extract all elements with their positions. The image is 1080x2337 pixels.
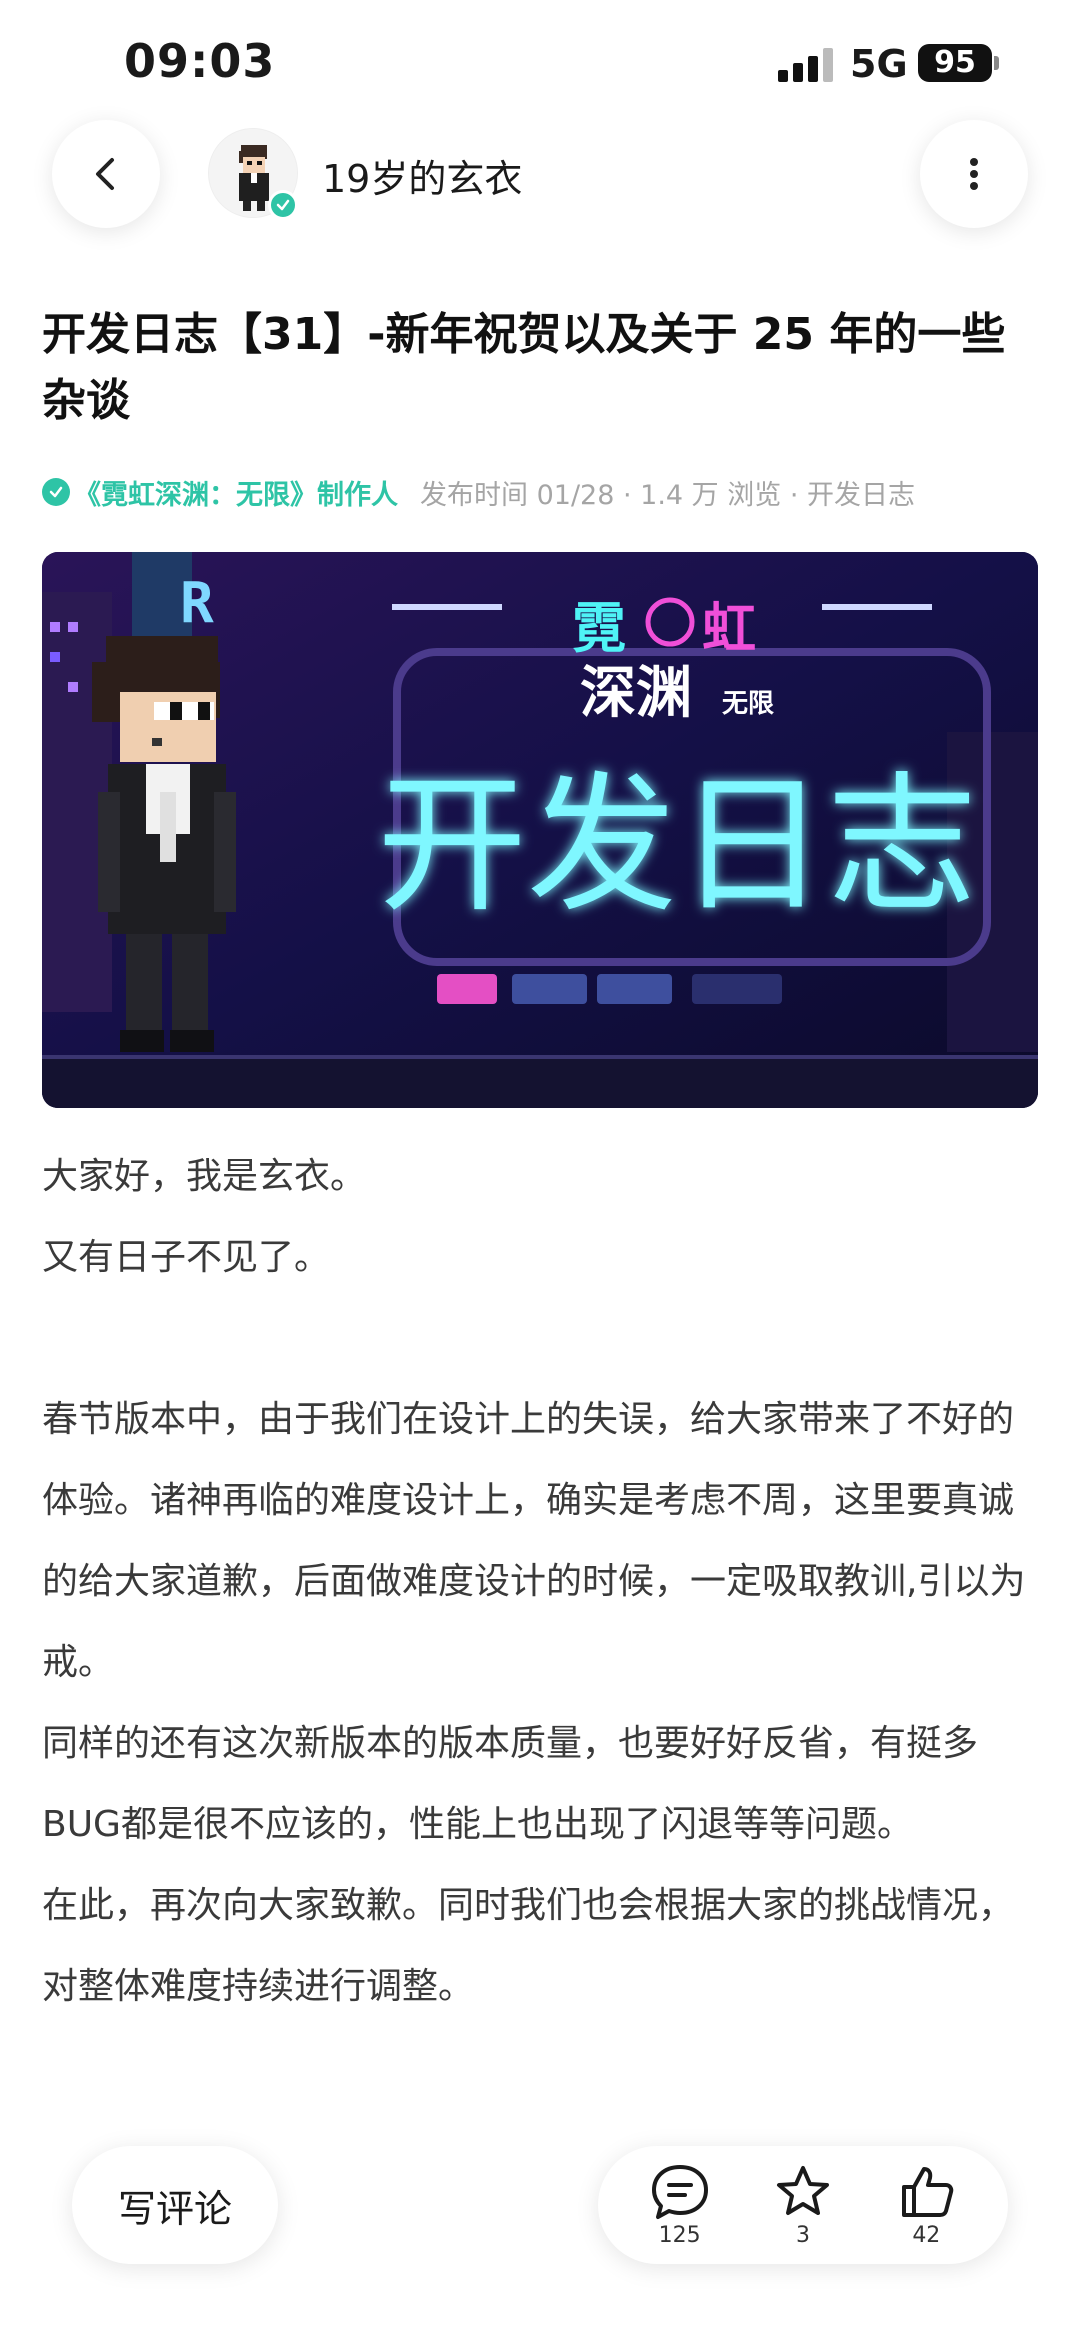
author-title-tag[interactable]: 《霓虹深渊：无限》制作人 <box>74 473 398 512</box>
publish-info: 发布时间 01/28 · 1.4 万 浏览 · 开发日志 <box>420 479 915 511</box>
network-type: 5G <box>850 42 908 86</box>
back-button[interactable] <box>52 120 160 228</box>
comment-bubble-icon <box>651 2164 708 2219</box>
paragraph: 又有日子不见了。 <box>42 1237 331 1278</box>
star-icon <box>776 2165 829 2215</box>
paragraph: 在此，再次向大家致歉。同时我们也会根据大家的挑战情况，对整体难度持续进行调整。 <box>42 1885 1015 2007</box>
paragraph-spacer <box>42 1298 1042 1379</box>
like-button[interactable]: 42 <box>881 2163 971 2248</box>
more-options-button[interactable] <box>920 120 1028 228</box>
comment-count: 125 <box>658 2222 701 2248</box>
cover-logo-sub: 无限 <box>722 689 774 719</box>
author-name[interactable]: 19岁的玄衣 <box>322 148 522 203</box>
cover-logo-b: 虹 <box>702 597 756 660</box>
status-time: 09:03 <box>124 34 276 88</box>
cover-logo-line2: 深渊 <box>580 661 692 726</box>
status-bar: 09:03 5G 95 <box>0 0 1080 130</box>
like-count: 42 <box>912 2222 941 2248</box>
signal-icon <box>778 48 833 82</box>
favorite-button[interactable]: 3 <box>758 2163 848 2248</box>
cover-logo-a: 霓 <box>572 597 626 660</box>
favorite-count: 3 <box>795 2222 810 2248</box>
paragraph: 同样的还有这次新版本的版本质量，也要好好反省，有挺多BUG都是很不应该的，性能上… <box>42 1723 979 1845</box>
battery-icon: 95 <box>918 44 992 82</box>
cover-headline: 开发日志 <box>377 759 977 933</box>
cover-artwork: R 霓 虹 深渊 无限 开发日志 <box>42 552 1038 1108</box>
article-meta: 《霓虹深渊：无限》制作人 发布时间 01/28 · 1.4 万 浏览 · 开发日… <box>42 470 915 514</box>
article-body: 大家好，我是玄衣。 又有日子不见了。 春节版本中，由于我们在设计上的失误，给大家… <box>42 1136 1042 2027</box>
verified-badge-icon <box>268 190 298 220</box>
verified-tag-icon <box>42 478 70 506</box>
article-title: 开发日志【31】-新年祝贺以及关于 25 年的一些杂谈 <box>42 309 1006 426</box>
battery-tip <box>994 56 999 70</box>
thumbs-up-icon <box>902 2166 954 2217</box>
battery-level: 95 <box>934 45 976 80</box>
chevron-left-icon <box>96 158 114 190</box>
write-comment-button[interactable]: 写评论 <box>72 2146 278 2264</box>
cover-image[interactable]: R 霓 虹 深渊 无限 开发日志 <box>42 552 1038 1108</box>
paragraph: 大家好，我是玄衣。 <box>42 1156 367 1197</box>
paragraph: 春节版本中，由于我们在设计上的失误，给大家带来了不好的体验。诸神再临的难度设计上… <box>42 1399 1026 1683</box>
action-bar: 125 3 42 <box>598 2146 1008 2264</box>
svg-text:R: R <box>180 571 214 636</box>
comments-button[interactable]: 125 <box>635 2163 725 2248</box>
more-vertical-icon <box>970 158 978 190</box>
